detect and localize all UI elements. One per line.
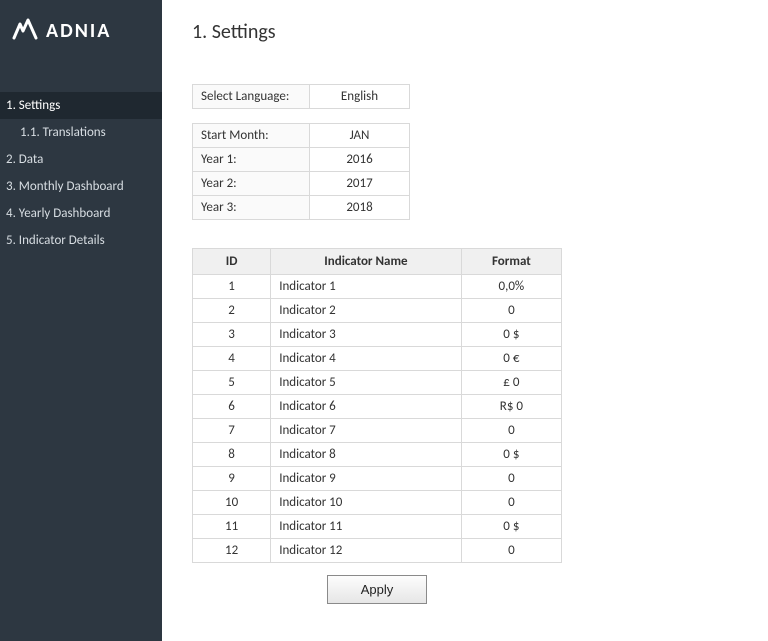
indicator-format-input[interactable]: 0 € bbox=[461, 347, 561, 371]
indicators-table: ID Indicator Name Format 1Indicator 10,0… bbox=[192, 248, 562, 563]
nav-item[interactable]: 1.1. Translations bbox=[0, 119, 162, 146]
page-title: 1. Settings bbox=[192, 0, 738, 84]
table-row: 6Indicator 6R$ 0 bbox=[193, 395, 562, 419]
indicator-id: 5 bbox=[193, 371, 271, 395]
table-row: 8Indicator 80 $ bbox=[193, 443, 562, 467]
indicator-name-input[interactable]: Indicator 12 bbox=[271, 539, 462, 563]
indicator-format-input[interactable]: 0 bbox=[461, 419, 561, 443]
year2-label: Year 2: bbox=[193, 172, 310, 196]
period-table: Start Month: JAN Year 1: 2016 Year 2: 20… bbox=[192, 123, 410, 220]
indicator-id: 7 bbox=[193, 419, 271, 443]
year2-input[interactable]: 2017 bbox=[310, 172, 410, 196]
col-header-format: Format bbox=[461, 249, 561, 275]
indicator-format-input[interactable]: 0 $ bbox=[461, 323, 561, 347]
indicator-format-input[interactable]: 0,0% bbox=[461, 275, 561, 299]
table-row: 5Indicator 5£ 0 bbox=[193, 371, 562, 395]
apply-button[interactable]: Apply bbox=[327, 575, 427, 604]
indicator-name-input[interactable]: Indicator 5 bbox=[271, 371, 462, 395]
col-header-id: ID bbox=[193, 249, 271, 275]
indicator-name-input[interactable]: Indicator 8 bbox=[271, 443, 462, 467]
language-select[interactable]: English bbox=[310, 85, 410, 109]
table-row: 12Indicator 120 bbox=[193, 539, 562, 563]
indicator-id: 2 bbox=[193, 299, 271, 323]
indicator-name-input[interactable]: Indicator 1 bbox=[271, 275, 462, 299]
indicator-name-input[interactable]: Indicator 4 bbox=[271, 347, 462, 371]
nav-item[interactable]: 3. Monthly Dashboard bbox=[0, 173, 162, 200]
brand: ADNIA bbox=[0, 0, 162, 62]
table-row: 4Indicator 40 € bbox=[193, 347, 562, 371]
indicator-name-input[interactable]: Indicator 6 bbox=[271, 395, 462, 419]
language-table: Select Language: English bbox=[192, 84, 410, 109]
indicator-format-input[interactable]: 0 $ bbox=[461, 515, 561, 539]
indicator-name-input[interactable]: Indicator 9 bbox=[271, 467, 462, 491]
indicator-format-input[interactable]: 0 bbox=[461, 299, 561, 323]
indicator-name-input[interactable]: Indicator 3 bbox=[271, 323, 462, 347]
indicator-name-input[interactable]: Indicator 7 bbox=[271, 419, 462, 443]
language-label: Select Language: bbox=[193, 85, 310, 109]
year1-input[interactable]: 2016 bbox=[310, 148, 410, 172]
indicator-id: 6 bbox=[193, 395, 271, 419]
indicator-id: 1 bbox=[193, 275, 271, 299]
year3-input[interactable]: 2018 bbox=[310, 196, 410, 220]
nav-menu: 1. Settings1.1. Translations2. Data3. Mo… bbox=[0, 92, 162, 254]
indicator-format-input[interactable]: 0 bbox=[461, 467, 561, 491]
indicator-id: 12 bbox=[193, 539, 271, 563]
year3-label: Year 3: bbox=[193, 196, 310, 220]
indicator-id: 11 bbox=[193, 515, 271, 539]
table-row: 2Indicator 20 bbox=[193, 299, 562, 323]
brand-logo-icon bbox=[12, 18, 38, 44]
start-month-label: Start Month: bbox=[193, 124, 310, 148]
nav-item[interactable]: 5. Indicator Details bbox=[0, 227, 162, 254]
nav-item[interactable]: 4. Yearly Dashboard bbox=[0, 200, 162, 227]
indicator-format-input[interactable]: £ 0 bbox=[461, 371, 561, 395]
table-row: 9Indicator 90 bbox=[193, 467, 562, 491]
start-month-input[interactable]: JAN bbox=[310, 124, 410, 148]
indicator-format-input[interactable]: 0 bbox=[461, 539, 561, 563]
nav-item[interactable]: 2. Data bbox=[0, 146, 162, 173]
indicator-id: 4 bbox=[193, 347, 271, 371]
indicator-format-input[interactable]: 0 $ bbox=[461, 443, 561, 467]
indicator-name-input[interactable]: Indicator 11 bbox=[271, 515, 462, 539]
nav-item[interactable]: 1. Settings bbox=[0, 92, 162, 119]
brand-name: ADNIA bbox=[46, 19, 111, 43]
indicator-id: 3 bbox=[193, 323, 271, 347]
indicator-id: 10 bbox=[193, 491, 271, 515]
main-content: 1. Settings Select Language: English Sta… bbox=[162, 0, 768, 641]
indicator-format-input[interactable]: 0 bbox=[461, 491, 561, 515]
sidebar: ADNIA 1. Settings1.1. Translations2. Dat… bbox=[0, 0, 162, 641]
year1-label: Year 1: bbox=[193, 148, 310, 172]
table-row: 1Indicator 10,0% bbox=[193, 275, 562, 299]
table-row: 3Indicator 30 $ bbox=[193, 323, 562, 347]
indicator-format-input[interactable]: R$ 0 bbox=[461, 395, 561, 419]
indicator-name-input[interactable]: Indicator 10 bbox=[271, 491, 462, 515]
indicator-id: 9 bbox=[193, 467, 271, 491]
col-header-name: Indicator Name bbox=[271, 249, 462, 275]
indicator-name-input[interactable]: Indicator 2 bbox=[271, 299, 462, 323]
table-row: 11Indicator 110 $ bbox=[193, 515, 562, 539]
table-row: 10Indicator 100 bbox=[193, 491, 562, 515]
indicator-id: 8 bbox=[193, 443, 271, 467]
table-row: 7Indicator 70 bbox=[193, 419, 562, 443]
